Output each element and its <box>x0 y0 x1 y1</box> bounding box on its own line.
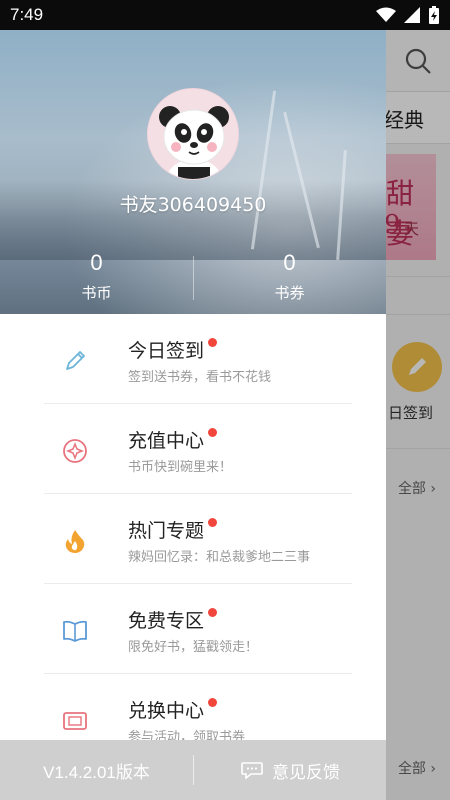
signal-cellular-icon <box>404 7 420 23</box>
panda-avatar-icon <box>159 106 229 179</box>
menu-item-free-zone[interactable]: 免费专区 限免好书，猛戳领走！ <box>0 584 386 674</box>
drawer-menu: 今日签到 签到送书券，看书不花钱 充值中心 书币快到碗里来！ 热门专题 辣妈回忆… <box>0 314 386 764</box>
chat-bubble-icon <box>241 762 263 780</box>
menu-item-title: 兑换中心 <box>128 700 205 722</box>
menu-item-daily-signin[interactable]: 今日签到 签到送书券，看书不花钱 <box>0 314 386 404</box>
flame-icon <box>58 524 92 558</box>
status-time: 7:49 <box>10 5 44 24</box>
drawer-header: 书友306409450 0 书币 0 书券 <box>0 30 386 314</box>
coin-icon <box>58 434 92 468</box>
account-stats: 0 书币 0 书券 <box>0 242 386 314</box>
stat-coins-label: 书币 <box>81 284 112 302</box>
notification-dot <box>208 518 217 527</box>
status-bar: 7:49 <box>0 0 450 30</box>
drawer-footer: V1.4.2.01版本 意见反馈 <box>0 740 386 800</box>
avatar[interactable] <box>147 88 239 180</box>
stat-vouchers-value: 0 <box>283 250 296 275</box>
menu-item-recharge[interactable]: 充值中心 书币快到碗里来！ <box>0 404 386 494</box>
feedback-button[interactable]: 意见反馈 <box>194 758 386 783</box>
stat-coins-value: 0 <box>90 250 103 275</box>
menu-item-title: 充值中心 <box>128 430 205 452</box>
notification-dot <box>208 698 217 707</box>
pencil-icon <box>58 344 92 378</box>
notification-dot <box>208 428 217 437</box>
menu-item-subtitle: 签到送书券，看书不花钱 <box>128 370 272 385</box>
feedback-label: 意见反馈 <box>272 762 340 783</box>
book-icon <box>58 614 92 648</box>
notification-dot <box>208 338 217 347</box>
ticket-icon <box>58 704 92 738</box>
battery-icon <box>429 6 439 24</box>
notification-dot <box>208 608 217 617</box>
signal-wifi-icon <box>376 7 396 22</box>
menu-item-title: 热门专题 <box>128 520 205 542</box>
navigation-drawer: 书友306409450 0 书币 0 书券 今日签到 签到送书券，看书不花钱 充… <box>0 30 386 800</box>
stats-divider <box>193 256 194 300</box>
menu-item-title: 免费专区 <box>128 610 205 632</box>
menu-item-subtitle: 书币快到碗里来！ <box>128 460 233 475</box>
version-label: V1.4.2.01版本 <box>43 762 150 782</box>
stat-vouchers-label: 书券 <box>274 284 305 302</box>
stat-coins[interactable]: 0 书币 <box>0 242 193 314</box>
menu-item-subtitle: 辣妈回忆录：和总裁爹地二三事 <box>128 550 311 565</box>
system-icons <box>376 6 440 24</box>
username[interactable]: 书友306409450 <box>0 190 386 217</box>
menu-item-hot-topics[interactable]: 热门专题 辣妈回忆录：和总裁爹地二三事 <box>0 494 386 584</box>
stat-vouchers[interactable]: 0 书券 <box>193 242 386 314</box>
menu-item-title: 今日签到 <box>128 340 205 362</box>
menu-item-subtitle: 限免好书，猛戳领走！ <box>128 640 259 655</box>
